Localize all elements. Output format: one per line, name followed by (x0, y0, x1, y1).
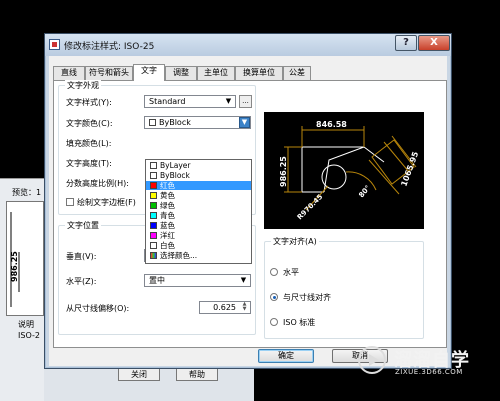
color-swatch-icon (150, 162, 157, 169)
help-button[interactable]: ? (395, 35, 417, 51)
tab-text[interactable]: 文字 (133, 64, 165, 81)
parent-dialog-panel: 预览：1 986.25 说明 ISO-2 (0, 178, 44, 401)
horizontal-select[interactable]: 置中 ▼ (144, 274, 251, 287)
text-style-browse-button[interactable]: ... (239, 95, 252, 108)
spin-down-icon[interactable]: ▼ (240, 307, 249, 312)
app-icon (49, 39, 60, 50)
fraction-scale-label: 分数高度比例(H): (66, 179, 129, 188)
color-option[interactable]: 青色 (146, 211, 251, 220)
color-swatch-icon (149, 119, 156, 126)
align-horizontal-label: 水平 (283, 268, 299, 277)
color-swatch-icon (150, 222, 157, 229)
text-style-value: Standard (149, 97, 186, 106)
color-option[interactable]: 绿色 (146, 201, 251, 210)
color-option-label: 选择颜色... (160, 251, 198, 260)
color-option[interactable]: 黄色 (146, 191, 251, 200)
preview-label: R970.45 (296, 193, 325, 222)
text-color-label: 文字颜色(C): (66, 119, 113, 128)
text-color-dropdown: ByLayer ByBlock 红色 黄色 绿色 青色 蓝色 洋红 白色 选择颜… (145, 159, 252, 264)
chevron-down-icon: ▼ (240, 276, 247, 284)
align-iso-radio[interactable] (270, 318, 278, 326)
modify-dimstyle-dialog: 修改标注样式: ISO-25 ? X 直线 符号和箭头 文字 调整 主单位 换算… (44, 33, 452, 369)
chevron-down-icon: ▼ (225, 97, 232, 105)
preview-label: 80° (357, 184, 372, 199)
dialog-title: 修改标注样式: ISO-25 (64, 42, 155, 52)
vertical-label: 垂直(V): (66, 252, 97, 261)
chevron-down-icon: ▼ (239, 117, 250, 128)
color-option-label: 红色 (160, 181, 175, 190)
color-option[interactable]: 红色 (146, 181, 251, 190)
parent-preview-drawing: 986.25 (10, 212, 20, 307)
preview-label: 986.25 (279, 156, 288, 187)
close-button[interactable]: X (418, 35, 450, 51)
text-alignment-title: 文字对齐(A) (271, 236, 319, 247)
color-option-label: 蓝色 (160, 221, 175, 230)
tab-fit[interactable]: 调整 (165, 66, 197, 80)
color-swatch-icon (150, 182, 157, 189)
fill-color-label: 填充颜色(L): (66, 139, 112, 148)
color-swatch-icon (150, 232, 157, 239)
draw-frame-label: 绘制文字边框(F) (77, 198, 136, 207)
color-option[interactable]: 蓝色 (146, 221, 251, 230)
color-option-label: ByLayer (160, 161, 191, 170)
color-option-label: 白色 (160, 241, 175, 250)
text-style-label: 文字样式(Y): (66, 98, 112, 107)
color-option-label: 黄色 (160, 191, 175, 200)
align-horizontal-radio[interactable] (270, 268, 278, 276)
color-swatch-icon (150, 192, 157, 199)
color-option[interactable]: 白色 (146, 241, 251, 250)
tab-tolerances[interactable]: 公差 (283, 66, 311, 80)
offset-spinner[interactable]: 0.625 ▲ ▼ (199, 301, 251, 314)
text-appearance-title: 文字外观 (65, 80, 101, 91)
horizontal-value: 置中 (149, 276, 165, 285)
offset-value: 0.625 (213, 303, 236, 312)
parent-preview-label: 预览：1 (12, 188, 42, 197)
parent-info-line: 说明 (18, 320, 34, 329)
tab-alternate-units[interactable]: 换算单位 (235, 66, 283, 80)
horizontal-label: 水平(Z): (66, 277, 97, 286)
watermark-logo-icon (358, 346, 386, 374)
parent-close-button[interactable]: 关闭 (118, 368, 160, 381)
color-option[interactable]: 洋红 (146, 231, 251, 240)
color-option-label: ByBlock (160, 171, 190, 180)
text-style-select[interactable]: Standard ▼ (144, 95, 236, 108)
color-option-label: 绿色 (160, 201, 175, 210)
tab-symbols-arrows[interactable]: 符号和箭头 (85, 66, 133, 80)
parent-help-button[interactable]: 帮助 (176, 368, 218, 381)
draw-frame-checkbox[interactable] (66, 198, 74, 206)
parent-info-line: ISO-2 (18, 331, 40, 340)
align-with-dimline-radio[interactable] (270, 293, 278, 301)
offset-label: 从尺寸线偏移(O): (66, 304, 130, 313)
title-bar[interactable]: 修改标注样式: ISO-25 ? X (45, 34, 451, 56)
color-swatch-icon (150, 202, 157, 209)
preview-label: 846.58 (316, 120, 347, 129)
color-option[interactable]: ByLayer (146, 161, 251, 170)
color-option-label: 青色 (160, 211, 175, 220)
align-iso-label: ISO 标准 (283, 318, 316, 327)
watermark-url: ZIXUE.3D66.COM (395, 368, 463, 376)
parent-info: 说明 ISO-2 (18, 319, 40, 341)
color-swatch-icon (150, 212, 157, 219)
dialog-body: 直线 符号和箭头 文字 调整 主单位 换算单位 公差 文字外观 文字样式(Y):… (49, 56, 447, 366)
color-option[interactable]: ByBlock (146, 171, 251, 180)
color-swatch-icon (150, 172, 157, 179)
text-height-label: 文字高度(T): (66, 159, 112, 168)
tab-primary-units[interactable]: 主单位 (197, 66, 235, 80)
color-wheel-icon (150, 252, 157, 259)
preview-label: 1065.95 (399, 150, 420, 188)
text-color-value: ByBlock (159, 118, 191, 127)
color-option[interactable]: 选择颜色... (146, 251, 251, 260)
color-option-label: 洋红 (160, 231, 175, 240)
ok-button[interactable]: 确定 (258, 349, 314, 363)
text-placement-title: 文字位置 (65, 220, 101, 231)
tab-lines[interactable]: 直线 (53, 66, 85, 80)
svg-text:986.25: 986.25 (10, 251, 19, 282)
parent-preview-box: 986.25 (6, 201, 44, 316)
preview-drawing: 846.58 986.25 1065.95 80° R970.45 (279, 120, 420, 222)
dimension-preview: 846.58 986.25 1065.95 80° R970.45 (264, 112, 424, 229)
color-swatch-icon (150, 242, 157, 249)
align-with-dimline-label: 与尺寸线对齐 (283, 293, 331, 302)
text-color-select[interactable]: ByBlock ▼ (144, 116, 251, 129)
